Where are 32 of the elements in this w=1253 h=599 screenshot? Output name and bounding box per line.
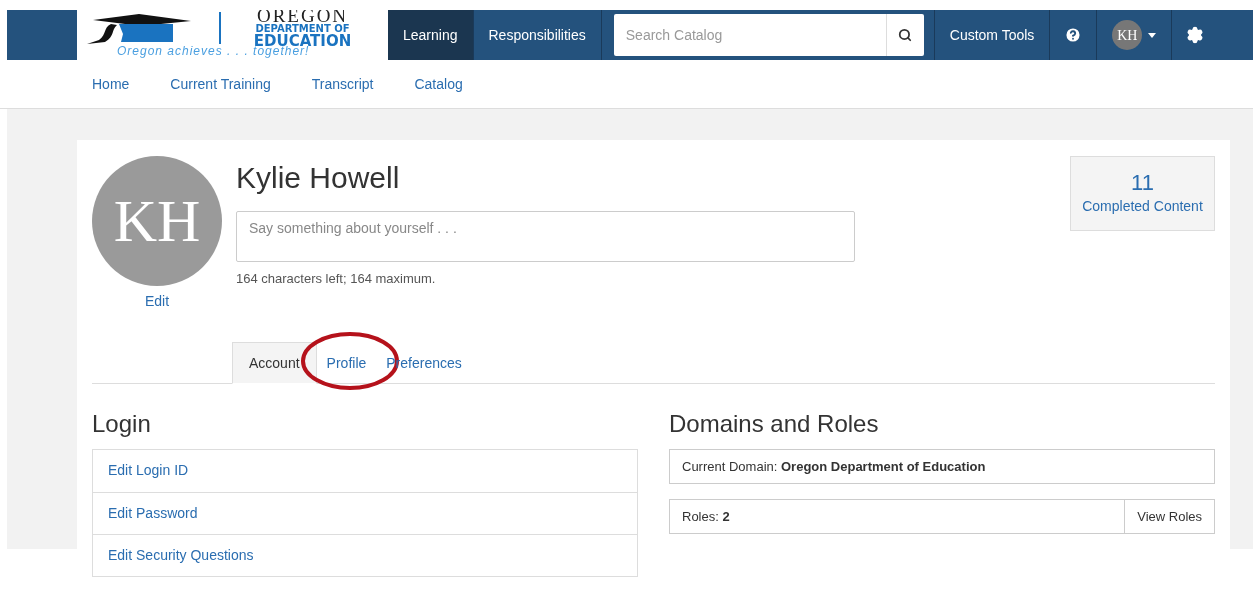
view-roles-button[interactable]: View Roles xyxy=(1124,500,1214,533)
user-menu-button[interactable]: KH xyxy=(1097,10,1173,60)
subnav-link[interactable]: Transcript xyxy=(311,73,374,95)
domains-heading: Domains and Roles xyxy=(669,409,880,439)
custom-tools-link[interactable]: Custom Tools xyxy=(934,10,1051,60)
search-button[interactable] xyxy=(885,14,924,56)
nav-tab[interactable]: Learning xyxy=(388,10,474,60)
settings-icon xyxy=(1185,26,1204,44)
login-link[interactable]: Edit Login ID xyxy=(93,450,637,492)
completed-count: 11 xyxy=(1131,170,1154,196)
login-heading: Login xyxy=(92,409,152,439)
login-link[interactable]: Edit Security Questions xyxy=(93,534,637,576)
subnav-link[interactable]: Catalog xyxy=(414,73,463,95)
about-field[interactable]: Say something about yourself . . . xyxy=(236,211,855,262)
search-field[interactable]: Search Catalog xyxy=(613,14,886,56)
search-icon xyxy=(898,28,913,42)
login-link[interactable]: Edit Password xyxy=(93,492,637,534)
logo-title: OREGON xyxy=(256,10,349,24)
profile-tab[interactable]: Account xyxy=(232,342,317,384)
roles-text: Roles: 2 xyxy=(682,507,730,526)
caret-icon xyxy=(1148,32,1157,38)
current-domain-text: Current Domain: Oregon Department of Education xyxy=(682,457,986,476)
logo-subtitle: DEPARTMENT OF xyxy=(255,24,350,34)
user-avatar: KH xyxy=(1112,20,1143,50)
subnav-link[interactable]: Home xyxy=(92,73,130,95)
help-icon xyxy=(1064,26,1083,44)
profile-avatar: KH xyxy=(92,156,222,286)
completed-label: Completed Content xyxy=(1082,197,1203,216)
subnav-link[interactable]: Current Training xyxy=(170,73,271,95)
profile-name: Kylie Howell xyxy=(236,160,401,196)
edit-avatar-link[interactable]: Edit xyxy=(144,291,170,312)
character-count: 164 characters left; 164 maximum. xyxy=(236,270,437,288)
